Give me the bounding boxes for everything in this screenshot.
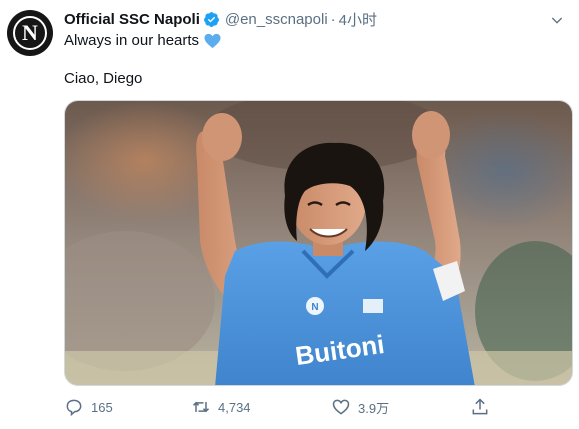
retweet-count: 4,734: [218, 399, 251, 415]
like-count: 3.9万: [358, 400, 390, 416]
like-button[interactable]: 3.9万: [331, 395, 389, 419]
avatar[interactable]: N: [7, 10, 53, 56]
blue-heart-emoji-icon: [204, 33, 221, 49]
reply-button[interactable]: 165: [64, 395, 113, 419]
user-handle[interactable]: @en_sscnapoli: [225, 11, 328, 28]
napoli-logo: N: [13, 16, 47, 50]
heart-icon: [331, 397, 351, 417]
more-options-button[interactable]: [546, 9, 568, 31]
reply-icon: [64, 397, 84, 417]
tweet-photo[interactable]: N Buitoni: [64, 100, 573, 386]
retweet-icon: [191, 397, 211, 417]
svg-text:N: N: [311, 302, 318, 313]
tweet-header: Official SSC Napoli @en_sscnapoli · 4小时: [64, 9, 377, 29]
verified-badge-icon: [203, 11, 220, 28]
photo-maradona-celebrating: N Buitoni: [65, 101, 572, 385]
reply-count: 165: [91, 399, 113, 415]
tweet-card[interactable]: N Official SSC Napoli @en_sscnapoli · 4小…: [0, 0, 579, 429]
tweet-text-line-1: Always in our hearts: [64, 31, 221, 51]
display-name[interactable]: Official SSC Napoli: [64, 11, 200, 28]
tweet-text-line-2: Ciao, Diego: [64, 70, 143, 87]
tweet-actions: 165 4,734 3.9万: [64, 395, 573, 419]
timestamp[interactable]: 4小时: [339, 9, 377, 30]
share-icon: [470, 397, 490, 417]
tweet-text: Always in our hearts: [64, 32, 200, 49]
avatar-letter: N: [22, 20, 38, 45]
retweet-button[interactable]: 4,734: [191, 395, 251, 419]
share-button[interactable]: [470, 395, 490, 419]
separator-dot: ·: [330, 10, 336, 28]
chevron-down-icon: [549, 12, 565, 28]
